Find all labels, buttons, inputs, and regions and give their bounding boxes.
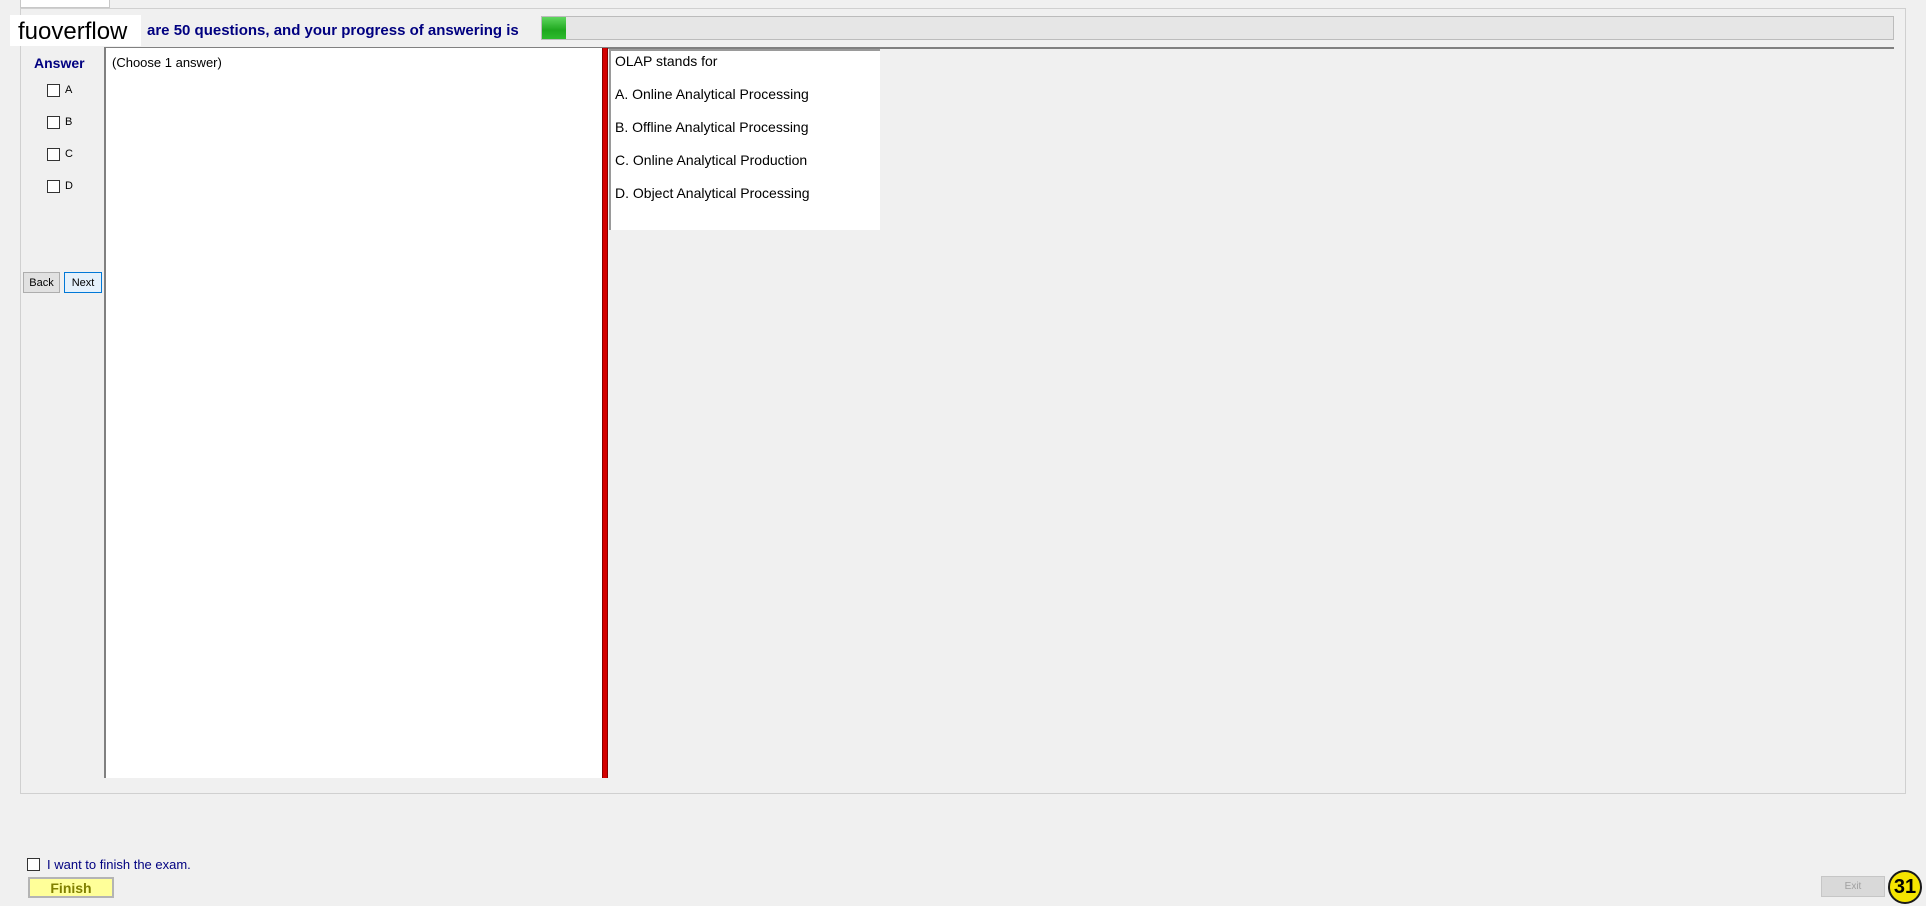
progress-fill [542, 17, 567, 39]
question-choice-d: D. Object Analytical Processing [615, 185, 810, 201]
answer-option-label: D [65, 180, 73, 192]
question-choice-c: C. Online Analytical Production [615, 152, 808, 168]
answer-option-c[interactable]: C [47, 147, 73, 161]
progress-caption: are 50 questions, and your progress of a… [147, 22, 519, 39]
watermark-label: fuoverflow [10, 15, 141, 46]
checkbox-icon[interactable] [47, 147, 60, 161]
question-number-badge: 31 [1888, 870, 1922, 904]
finish-exam-option[interactable]: I want to finish the exam. [27, 857, 191, 872]
answer-option-label: B [65, 116, 73, 128]
answer-option-label: A [65, 84, 73, 96]
checkbox-icon[interactable] [47, 83, 60, 97]
finish-exam-label: I want to finish the exam. [47, 857, 191, 872]
answer-title: Answer [34, 55, 85, 71]
question-choice-a: A. Online Analytical Processing [615, 86, 809, 102]
answer-notes-pane[interactable]: (Choose 1 answer) [104, 48, 602, 778]
back-button[interactable]: Back [23, 272, 60, 293]
question-text: OLAP stands for [615, 53, 718, 69]
finish-button[interactable]: Finish [28, 877, 114, 898]
answer-option-a[interactable]: A [47, 83, 72, 97]
exit-button[interactable]: Exit [1821, 876, 1885, 897]
window-tab[interactable] [20, 0, 110, 8]
question-box: OLAP stands for A. Online Analytical Pro… [609, 49, 880, 230]
progress-bar [541, 16, 1894, 40]
answer-option-label: C [65, 148, 73, 160]
checkbox-icon[interactable] [27, 858, 40, 871]
checkbox-icon[interactable] [47, 115, 60, 129]
answer-option-d[interactable]: D [47, 179, 73, 193]
checkbox-icon[interactable] [47, 179, 60, 193]
instruction-text: (Choose 1 answer) [112, 55, 222, 70]
pane-splitter[interactable] [602, 48, 608, 778]
answer-option-b[interactable]: B [47, 115, 72, 129]
question-choice-b: B. Offline Analytical Processing [615, 119, 809, 135]
next-button[interactable]: Next [64, 272, 102, 293]
